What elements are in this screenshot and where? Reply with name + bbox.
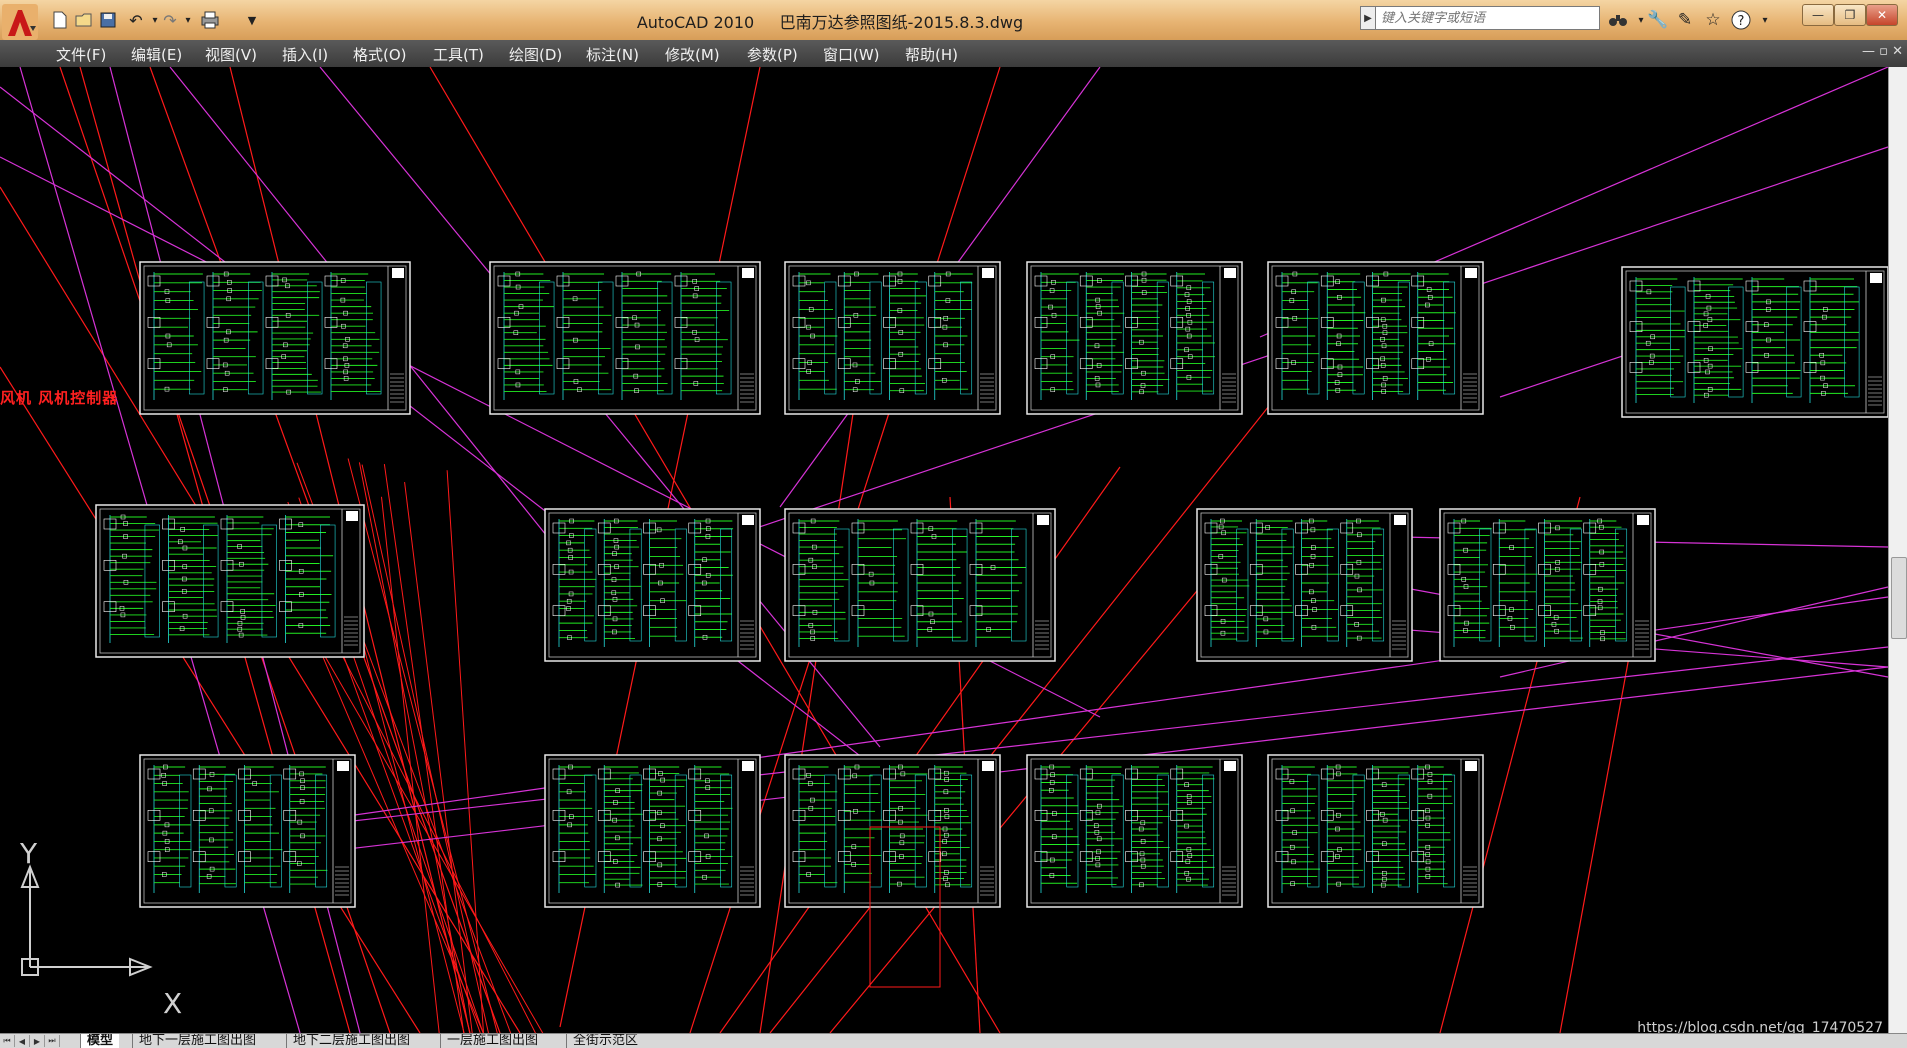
next-tab-button[interactable]: ▶ bbox=[30, 1035, 45, 1047]
scrollbar-thumb[interactable] bbox=[1891, 557, 1907, 639]
drawing-sheet[interactable] bbox=[544, 754, 761, 908]
ucs-y-label: Y bbox=[20, 837, 38, 870]
drawing-sheet[interactable] bbox=[544, 508, 761, 662]
tab-layout-b1[interactable]: 地下一层施工图出图 bbox=[132, 1034, 262, 1048]
drawing-sheet[interactable] bbox=[1621, 266, 1888, 418]
window-title: AutoCAD 2010 巴南万达参照图纸-2015.8.3.dwg bbox=[636, 13, 1024, 32]
drawing-sheet[interactable] bbox=[784, 754, 1001, 908]
menu-tools[interactable]: 工具(T) bbox=[433, 44, 484, 65]
menu-bar: 文件(F) 编辑(E) 视图(V) 插入(I) 格式(O) 工具(T) 绘图(D… bbox=[0, 40, 1907, 68]
open-folder-icon[interactable] bbox=[72, 9, 96, 31]
document-window-controls[interactable]: — ▫ ✕ bbox=[1862, 44, 1903, 59]
communication-center-icon[interactable]: ✎ bbox=[1672, 8, 1698, 32]
drawing-sheet[interactable] bbox=[95, 504, 365, 658]
menu-insert[interactable]: 插入(I) bbox=[282, 44, 328, 65]
drawing-sheet[interactable] bbox=[784, 508, 1056, 662]
menu-draw[interactable]: 绘图(D) bbox=[509, 44, 562, 65]
last-tab-button[interactable]: ⏭ bbox=[45, 1035, 60, 1047]
menu-dimension[interactable]: 标注(N) bbox=[586, 44, 639, 65]
svg-text:?: ? bbox=[1738, 14, 1745, 29]
menu-parametric[interactable]: 参数(P) bbox=[747, 44, 798, 65]
menu-file[interactable]: 文件(F) bbox=[56, 44, 106, 65]
menu-view[interactable]: 视图(V) bbox=[205, 44, 257, 65]
close-button[interactable]: ✕ bbox=[1866, 4, 1898, 26]
menu-window[interactable]: 窗口(W) bbox=[823, 44, 880, 65]
restore-button[interactable]: ❐ bbox=[1834, 4, 1866, 26]
new-file-icon[interactable] bbox=[48, 9, 72, 31]
drawing-sheet[interactable] bbox=[1267, 754, 1484, 908]
canvas-side-label: 风机 风机控制器 bbox=[0, 389, 119, 407]
drawing-sheet[interactable] bbox=[139, 261, 411, 415]
application-menu-button[interactable] bbox=[2, 4, 38, 40]
drawing-sheet[interactable] bbox=[784, 261, 1001, 415]
menu-format[interactable]: 格式(O) bbox=[353, 44, 407, 65]
search-expand-arrow-icon[interactable]: ▶ bbox=[1360, 6, 1376, 30]
menu-modify[interactable]: 修改(M) bbox=[665, 44, 720, 65]
drawing-sheet[interactable] bbox=[1196, 508, 1413, 662]
drawing-canvas[interactable]: 风机 风机控制器 Y X bbox=[0, 67, 1888, 1033]
title-bar: ↶ ▾ ↷ ▾ ▼ AutoCAD 2010 巴南万达参照图纸-2015.8.3… bbox=[0, 0, 1907, 41]
subscription-key-icon[interactable]: 🔧 bbox=[1645, 8, 1671, 32]
minimize-button[interactable]: — bbox=[1802, 4, 1834, 26]
prev-tab-button[interactable]: ◀ bbox=[15, 1035, 30, 1047]
layout-tab-bar: ⏮ ◀ ▶ ⏭ 模型 地下一层施工图出图 地下二层施工图出图 一层施工图出图 全… bbox=[0, 1033, 1907, 1048]
drawing-sheet[interactable] bbox=[1267, 261, 1484, 415]
tab-layout-f1[interactable]: 一层施工图出图 bbox=[440, 1034, 544, 1048]
menu-edit[interactable]: 编辑(E) bbox=[131, 44, 182, 65]
quick-access-dropdown-icon[interactable]: ▼ bbox=[240, 9, 264, 31]
plot-icon[interactable] bbox=[198, 9, 222, 31]
drawing-sheets-layer bbox=[95, 261, 1888, 988]
menu-help[interactable]: 帮助(H) bbox=[905, 44, 958, 65]
search-box[interactable] bbox=[1360, 6, 1600, 30]
vertical-scrollbar[interactable] bbox=[1888, 67, 1907, 1033]
ucs-x-label: X bbox=[163, 987, 183, 1020]
drawing-sheet[interactable] bbox=[1026, 754, 1243, 908]
favorites-star-icon[interactable]: ☆ bbox=[1700, 8, 1726, 32]
tab-layout-demo[interactable]: 全街示范区 bbox=[566, 1034, 644, 1048]
drawing-sheet[interactable] bbox=[1026, 261, 1243, 415]
tab-layout-b2[interactable]: 地下二层施工图出图 bbox=[286, 1034, 416, 1048]
redo-dropdown-icon[interactable]: ▾ bbox=[176, 9, 200, 31]
save-icon[interactable] bbox=[96, 9, 120, 31]
drawing-sheet[interactable] bbox=[489, 261, 761, 415]
first-tab-button[interactable]: ⏮ bbox=[0, 1035, 15, 1047]
search-input[interactable] bbox=[1361, 7, 1599, 30]
drawing-sheet[interactable] bbox=[1439, 508, 1656, 662]
help-dropdown-icon[interactable]: ▾ bbox=[1752, 8, 1778, 32]
help-icon[interactable]: ? bbox=[1728, 8, 1754, 32]
tab-model[interactable]: 模型 bbox=[80, 1034, 120, 1048]
